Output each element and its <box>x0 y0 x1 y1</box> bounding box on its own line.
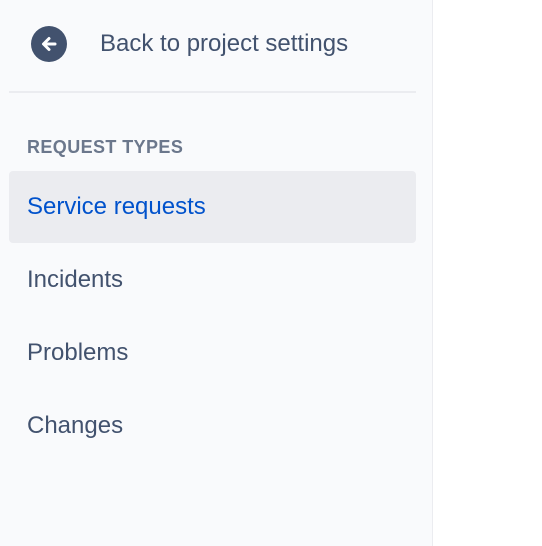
main-content-area <box>434 0 542 546</box>
back-link-label: Back to project settings <box>100 30 349 57</box>
back-to-project-settings-link[interactable]: Back to project settings <box>0 0 433 88</box>
sidebar-item-changes[interactable]: Changes <box>9 390 416 462</box>
sidebar-item-service-requests[interactable]: Service requests <box>9 171 416 243</box>
sidebar-item-problems[interactable]: Problems <box>9 317 416 389</box>
arrow-left-circle-icon <box>31 26 67 62</box>
sidebar: Back to project settings REQUEST TYPES S… <box>0 0 433 546</box>
app-window: Back to project settings REQUEST TYPES S… <box>0 0 542 546</box>
sidebar-item-label: Problems <box>27 339 129 366</box>
sidebar-item-label: Changes <box>27 412 124 439</box>
sidebar-item-label: Service requests <box>27 193 206 220</box>
section-heading-request-types: REQUEST TYPES <box>27 137 184 157</box>
sidebar-item-incidents[interactable]: Incidents <box>9 244 416 316</box>
sidebar-item-label: Incidents <box>27 266 124 293</box>
sidebar-divider <box>9 91 416 93</box>
